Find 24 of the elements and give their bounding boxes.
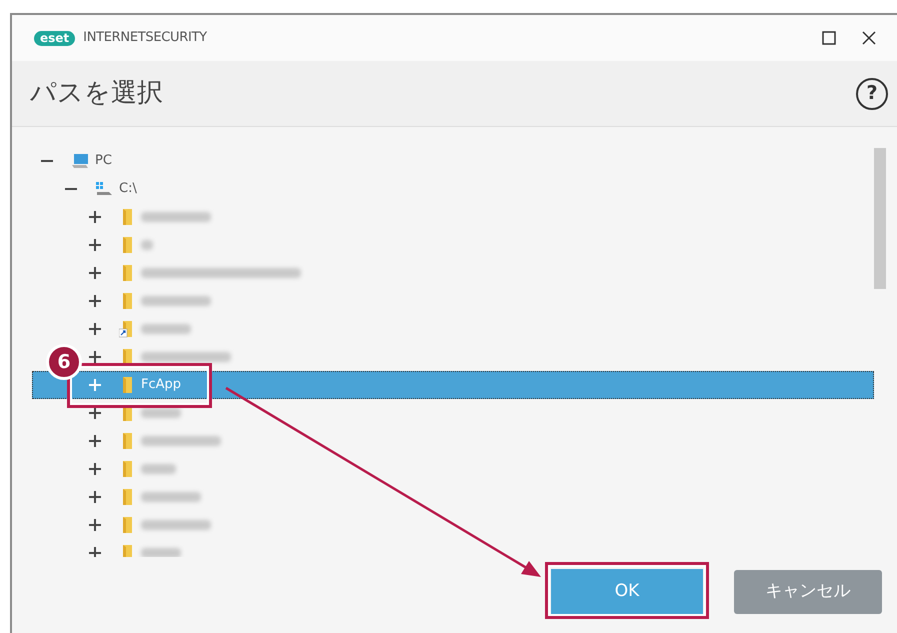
tree-label[interactable]: C:\ [119, 179, 137, 199]
scrollbar-thumb[interactable] [874, 148, 886, 289]
expand-icon[interactable] [87, 545, 103, 557]
expand-icon[interactable] [87, 461, 103, 477]
expand-icon[interactable] [87, 405, 103, 421]
logo: eset [34, 30, 76, 46]
expand-icon[interactable] [87, 433, 103, 449]
close-icon[interactable] [862, 31, 876, 45]
help-button[interactable]: ? [856, 78, 888, 110]
expand-icon[interactable] [87, 209, 103, 225]
product-name: INTERNETSECURITY [83, 29, 207, 48]
tree-label[interactable]: PC [95, 151, 112, 171]
expand-icon[interactable] [87, 293, 103, 309]
expand-icon[interactable] [87, 265, 103, 281]
expand-icon[interactable] [87, 349, 103, 365]
expand-icon[interactable] [87, 517, 103, 533]
expand-icon[interactable] [87, 237, 103, 253]
shortcut-folder-icon [119, 320, 135, 338]
maximize-icon[interactable] [822, 31, 836, 45]
computer-icon [71, 153, 89, 169]
drive-icon [95, 181, 113, 197]
expand-icon[interactable] [87, 489, 103, 505]
expand-icon[interactable] [87, 321, 103, 337]
dialog-title: パスを選択 [30, 78, 164, 110]
